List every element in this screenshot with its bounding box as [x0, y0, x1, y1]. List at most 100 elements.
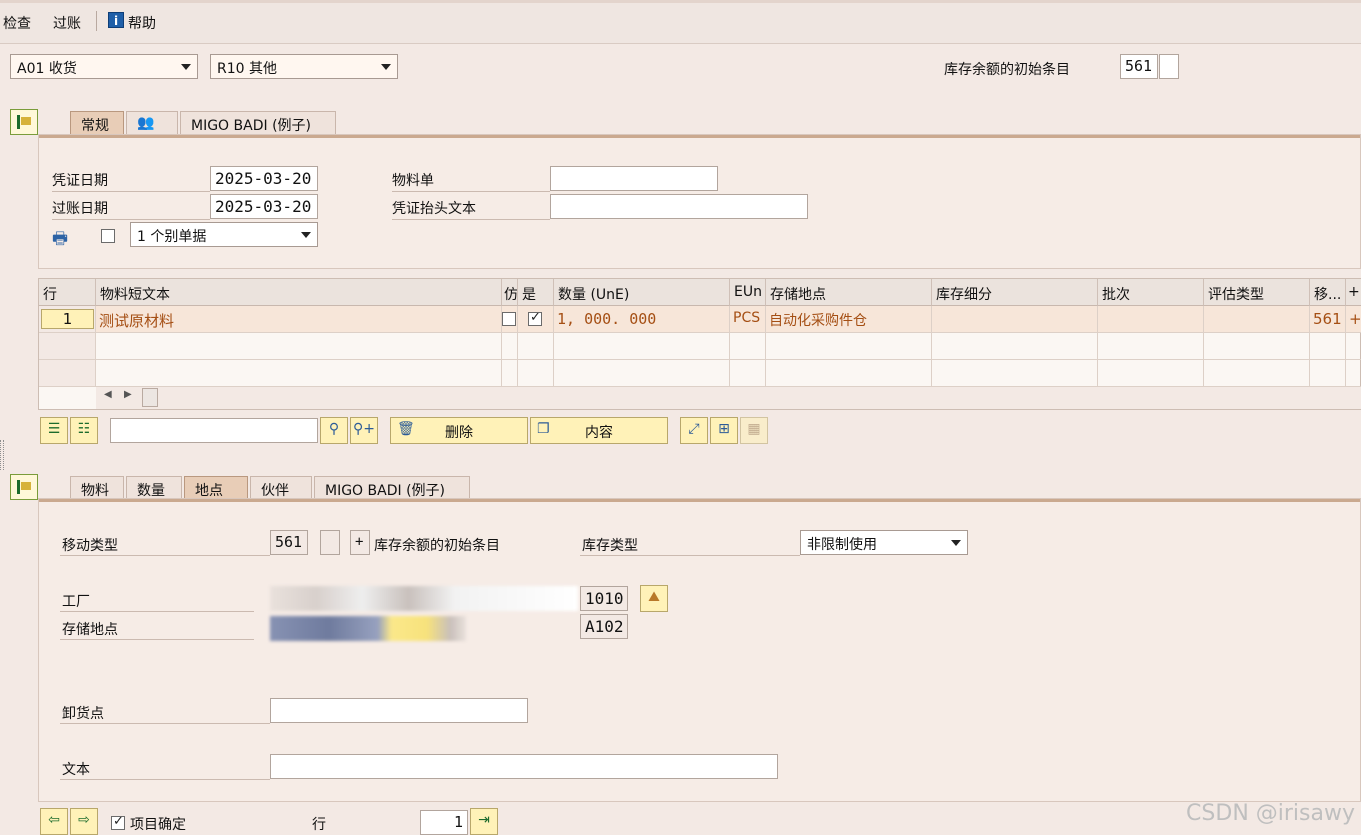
collapse-header-button[interactable]	[10, 109, 38, 135]
stock-type-select[interactable]: 非限制使用	[800, 530, 968, 555]
cell-material-text[interactable]: 测试原材料	[96, 306, 502, 333]
panel-top-border	[39, 499, 1360, 502]
tab-material[interactable]: 物料	[70, 476, 124, 500]
find-next-button[interactable]: ⚲+	[350, 417, 378, 444]
collapse-detail-button[interactable]	[10, 474, 38, 500]
print-checkbox[interactable]	[101, 229, 115, 243]
col-header-unit[interactable]: EUn	[730, 279, 766, 306]
cell-qty[interactable]: 1, 000. 000	[554, 306, 730, 333]
tab-detail-migo-badi-label: MIGO BADI (例子)	[325, 483, 445, 499]
doc-date-field[interactable]: 2025-03-20	[210, 166, 318, 191]
cell-batch[interactable]	[1098, 306, 1204, 333]
scroll-left-icon[interactable]: ◀	[104, 389, 112, 400]
cell-stock-seg[interactable]	[932, 306, 1098, 333]
material-slip-field[interactable]	[550, 166, 718, 191]
plant-address-button[interactable]: ⛰	[640, 585, 668, 612]
item-text-label: 文本	[62, 762, 90, 778]
col-header-qty[interactable]: 数量 (UnE)	[554, 279, 730, 306]
prev-page-icon: ⇦	[48, 812, 60, 828]
item-ok-checkbox[interactable]	[528, 310, 542, 326]
cell-sign[interactable]: +	[1346, 306, 1361, 333]
table-row-line-cell[interactable]: 1	[39, 306, 96, 333]
col-header-ok[interactable]: 是	[518, 279, 554, 306]
scrollbar-thumb[interactable]	[142, 388, 158, 407]
detail-mvt-field[interactable]: 561	[270, 530, 308, 555]
menu-post[interactable]: 过账	[53, 13, 81, 33]
previous-item-button[interactable]: ⇦	[40, 808, 68, 835]
hierarchy-button[interactable]: ⊞	[710, 417, 738, 444]
next-item-button[interactable]: ⇨	[70, 808, 98, 835]
sloc-field[interactable]: A102	[580, 614, 628, 639]
reference-select-value: R10 其他	[217, 61, 277, 77]
goto-line-button[interactable]: ⇥	[470, 808, 498, 835]
slip-option-select[interactable]: 1 个别单据	[130, 222, 318, 247]
detail-mvt-label: 移动类型	[62, 538, 118, 554]
col-header-valuation[interactable]: 评估类型	[1204, 279, 1310, 306]
items-table: 行 物料短文本 仿 是 数量 (UnE) EUn 存储地点 库存细分 批次 评估…	[38, 278, 1361, 410]
label-underline	[60, 555, 270, 556]
scroll-right-icon[interactable]: ▶	[124, 389, 132, 400]
contents-button[interactable]: ❐ 内容	[530, 417, 668, 444]
tab-partner[interactable]: 伙伴	[250, 476, 312, 500]
cell-sloc[interactable]: 自动化采购件仓	[766, 306, 932, 333]
table-row	[1098, 333, 1204, 360]
movement-type-label: 库存余额的初始条目	[944, 62, 1070, 78]
table-row	[932, 360, 1098, 387]
col-header-mvt[interactable]: 移...	[1310, 279, 1346, 306]
header-text-label: 凭证抬头文本	[392, 201, 476, 217]
deselect-all-button[interactable]: ☷	[70, 417, 98, 444]
tab-general[interactable]: 常规	[70, 111, 124, 135]
posting-date-field[interactable]: 2025-03-20	[210, 194, 318, 219]
menu-check[interactable]: 检查	[3, 13, 31, 33]
printer-icon[interactable]: 🖶	[52, 226, 68, 255]
detail-mvt-indicator[interactable]	[320, 530, 340, 555]
item-text-field[interactable]	[270, 754, 778, 779]
cell-valuation[interactable]	[1204, 306, 1310, 333]
tab-partner-icon[interactable]: 👥	[126, 111, 178, 135]
chevron-down-icon	[181, 64, 191, 70]
tab-migo-badi[interactable]: MIGO BADI (例子)	[180, 111, 336, 135]
select-all-button[interactable]: ☰	[40, 417, 68, 444]
delete-button-label: 删除	[445, 425, 473, 441]
unloading-field[interactable]	[270, 698, 528, 723]
find-button[interactable]: ⚲	[320, 417, 348, 444]
header-text-field[interactable]	[550, 194, 808, 219]
col-header-batch[interactable]: 批次	[1098, 279, 1204, 306]
col-header-line[interactable]: 行	[39, 279, 96, 306]
col-header-sign[interactable]: +	[1346, 279, 1361, 306]
hierarchy-icon: ⊞	[718, 421, 730, 437]
info-icon[interactable]: i	[108, 12, 124, 28]
cell-unit[interactable]: PCS	[730, 306, 766, 333]
plant-field[interactable]: 1010	[580, 586, 628, 611]
cell-ok[interactable]	[518, 306, 554, 333]
expand-all-button[interactable]: ⤢	[680, 417, 708, 444]
line-number-field[interactable]: 1	[420, 810, 468, 835]
plant-label: 工厂	[62, 594, 90, 610]
grid-search-input[interactable]	[110, 418, 318, 443]
col-header-sloc[interactable]: 存储地点	[766, 279, 932, 306]
menu-separator	[96, 11, 97, 31]
col-header-text[interactable]: 物料短文本	[96, 279, 502, 306]
reference-select[interactable]: R10 其他	[210, 54, 398, 79]
item-ok-footer-checkbox[interactable]	[111, 814, 125, 830]
copy-checkbox[interactable]	[502, 312, 516, 326]
splitter-grip[interactable]	[0, 440, 4, 470]
col-header-copy[interactable]: 仿	[502, 279, 518, 306]
row-line-number[interactable]: 1	[41, 309, 94, 329]
table-row	[1346, 360, 1361, 387]
tab-where[interactable]: 地点	[184, 476, 248, 500]
horizontal-scrollbar[interactable]: ◀ ▶	[96, 387, 1361, 409]
menu-help[interactable]: 帮助	[128, 13, 156, 33]
table-row	[502, 360, 518, 387]
panel-top-border	[39, 135, 1360, 138]
col-header-stock-seg[interactable]: 库存细分	[932, 279, 1098, 306]
movement-type-field[interactable]: 561	[1120, 54, 1158, 79]
movement-indicator-field[interactable]	[1159, 54, 1179, 79]
tab-quantity[interactable]: 数量	[126, 476, 182, 500]
stock-overview-button[interactable]: ▦	[740, 417, 768, 444]
tab-detail-migo-badi[interactable]: MIGO BADI (例子)	[314, 476, 470, 500]
transaction-select[interactable]: A01 收货	[10, 54, 198, 79]
delete-button[interactable]: 🗑 删除	[390, 417, 528, 444]
cell-mvt[interactable]: 561	[1310, 306, 1346, 333]
cell-copy[interactable]	[502, 306, 518, 333]
